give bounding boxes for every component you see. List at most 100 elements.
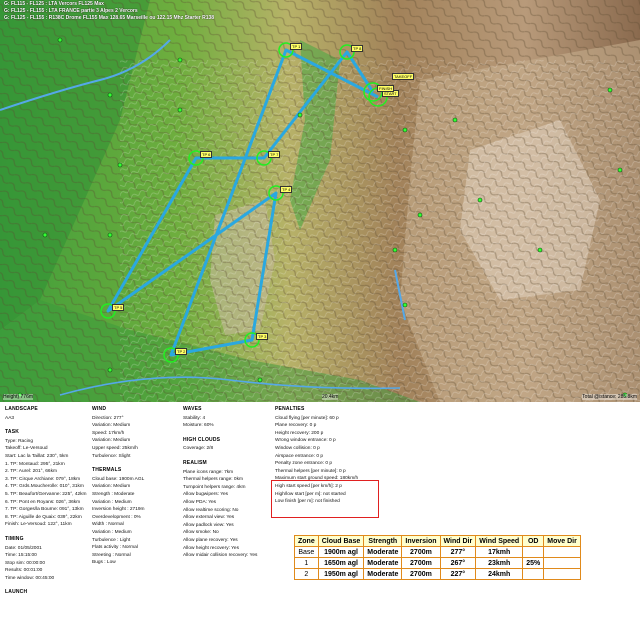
table-cell <box>543 546 581 558</box>
realism-line: Allow bugwipers: Yes <box>183 492 229 498</box>
realism-line: Thermal helpers range: 0km <box>183 477 243 483</box>
thermal-line: Cloud base: 1900m AGL <box>92 476 145 482</box>
table-cell: Moderate <box>363 568 403 580</box>
column-landscape-task: LANDSCAPE AA3 TASK Type: Racing Takeoff: … <box>5 406 90 598</box>
turnpoint-label[interactable]: TP 2 <box>175 348 188 355</box>
timing-line: Results: 00:01:00 <box>5 568 43 574</box>
timing-line: Stop sim: 00:00:00 <box>5 560 45 566</box>
wind-line: Variation: Medium <box>92 438 131 444</box>
turnpoint-label[interactable]: TP 3 <box>256 333 269 340</box>
column-header: Strength <box>363 535 403 547</box>
table-cell: Moderate <box>363 546 403 558</box>
timing-line: Date: 01/05/2001 <box>5 545 42 551</box>
wind-line: Speed: 17km/h <box>92 430 125 436</box>
weather-zone-table: Zone Cloud Base Strength Inversion Wind Dir W… <box>294 535 581 580</box>
task-line: 3. TP: Cirque Archiane: 079°, 18km <box>5 476 81 482</box>
turnpoint-label[interactable]: TP 5 <box>112 304 125 311</box>
turnpoint-label[interactable]: TP 4 <box>280 186 293 193</box>
turnpoint-label[interactable]: TP 6 <box>200 151 213 158</box>
thermal-line: Inversion height : 2719m <box>92 507 145 513</box>
town-marker <box>607 87 613 93</box>
realism-line: Allow PDA: Yes <box>183 499 217 505</box>
thermal-line: Overdevelopment : 0% <box>92 514 141 520</box>
thermal-line: Flats activity : Normal <box>92 545 138 551</box>
section-title-waves: WAVES <box>183 406 202 412</box>
column-header: Move Dir <box>543 535 581 547</box>
penalty-line: Wrong window entrance: 0 p <box>275 438 336 444</box>
table-cell: 2700m <box>401 568 441 580</box>
terrain-map <box>0 0 640 402</box>
table-cell: 277° <box>439 546 477 558</box>
turnpoint-label[interactable]: FINISH <box>377 85 395 92</box>
penalty-line: Window collision: 0 p <box>275 445 320 451</box>
realism-line: Allow external view: Yes <box>183 515 235 521</box>
table-cell <box>522 546 545 558</box>
penalty-line: Penalty zone entrance: 0 p <box>275 461 333 467</box>
task-line: 6. TP: Pont en Royans: 026°, 36km <box>5 499 81 505</box>
thermal-line: Bugs : Low <box>92 560 116 566</box>
town-marker <box>402 127 408 133</box>
realism-line: Turnpoint helpers range: 4km <box>183 484 246 490</box>
airspace-info-3: G: FL125 - FL155 : R138C Drome FL155 Max… <box>4 15 215 21</box>
task-line: 1. TP: Montaud: 295°, 21km <box>5 461 65 467</box>
turnpoint-label[interactable]: TP 1 <box>290 43 303 50</box>
thermal-line: Streeting : Normal <box>92 552 131 558</box>
column-header: OD <box>522 535 545 547</box>
town-marker <box>402 302 408 308</box>
airspace-info-1: G: FL115 - FL125 : LTA Vercors FL125 Max <box>4 1 104 7</box>
task-line: 5. TP: Beaufort/Gervanne: 225°, 42km <box>5 491 87 497</box>
column-header: Zone <box>294 535 319 547</box>
task-line: Takeoff: Le-Versoud <box>5 446 48 452</box>
wave-line: Stability: 4 <box>183 415 206 421</box>
airspace-info-2: G: FL125 - FL155 : LTA FRANCE partie 3 A… <box>4 8 138 14</box>
section-title-timing: TIMING <box>5 535 24 542</box>
turnpoint-label[interactable]: TP 7 <box>268 151 281 158</box>
thermal-line: Variation : Medium <box>92 529 132 535</box>
thermal-line: Strength : Moderate <box>92 491 135 497</box>
thermal-line: Variation : Medium <box>92 499 132 505</box>
table-row: 2 1950m agl Moderate 2700m 227° 24kmh <box>294 568 581 580</box>
table-cell: 17kmh <box>475 546 524 558</box>
thermal-line: Width : Normal <box>92 522 124 528</box>
table-cell: 23kmh <box>475 557 524 569</box>
table-cell: 227° <box>439 568 477 580</box>
table-cell: 267° <box>439 557 477 569</box>
section-title-task: TASK <box>5 429 20 436</box>
penalty-line: Thermal helpers [per minute]: 0 p <box>275 468 346 474</box>
wave-line: Moisture: 60% <box>183 423 214 429</box>
task-map[interactable]: G: FL115 - FL125 : LTA Vercors FL125 Max… <box>0 0 640 402</box>
table-cell: 24kmh <box>475 568 524 580</box>
table-cell: 1650m agl <box>317 557 365 569</box>
table-header-row: Zone Cloud Base Strength Inversion Wind Dir W… <box>294 535 581 547</box>
column-header: Wind Dir <box>439 535 477 547</box>
penalty-line: Plane recovery: 0 p <box>275 423 317 429</box>
table-cell: 1900m agl <box>317 546 365 558</box>
town-marker <box>177 107 183 113</box>
section-title-launch: LAUNCH <box>5 589 28 596</box>
realism-line: Allow realtime scoring: No <box>183 507 239 513</box>
table-cell: Moderate <box>363 557 403 569</box>
penalty-line: Airspace entrance: 0 p <box>275 453 323 459</box>
column-header: Cloud Base <box>317 535 365 547</box>
section-title-high-clouds: HIGH CLOUDS <box>183 436 221 443</box>
start-penalty-highlight <box>271 480 379 518</box>
task-line: 2. TP: Aurel: 201°, 66km <box>5 469 57 475</box>
realism-line: Allow plane recovery: Yes <box>183 537 238 543</box>
town-marker <box>392 247 398 253</box>
thermal-line: Turbulence : Light <box>92 537 131 543</box>
thermal-line: Variation: Medium <box>92 484 131 490</box>
table-cell <box>543 568 581 580</box>
town-marker <box>417 212 423 218</box>
table-cell <box>543 557 581 569</box>
town-marker <box>57 37 63 43</box>
section-title-realism: REALISM <box>183 459 207 466</box>
table-cell: Base <box>294 546 319 558</box>
realism-line: Allow height recovery: Yes <box>183 545 239 551</box>
town-marker <box>42 232 48 238</box>
town-marker <box>177 57 183 63</box>
realism-line: Allow padlock view: Yes <box>183 522 234 528</box>
turnpoint-label[interactable]: TP 8 <box>351 45 364 52</box>
column-header: Inversion <box>401 535 441 547</box>
turnpoint-label[interactable]: TAKEOFF <box>392 73 415 80</box>
column-wind-thermals: WIND Direction: 277° Variation: Medium Spe… <box>92 406 177 567</box>
